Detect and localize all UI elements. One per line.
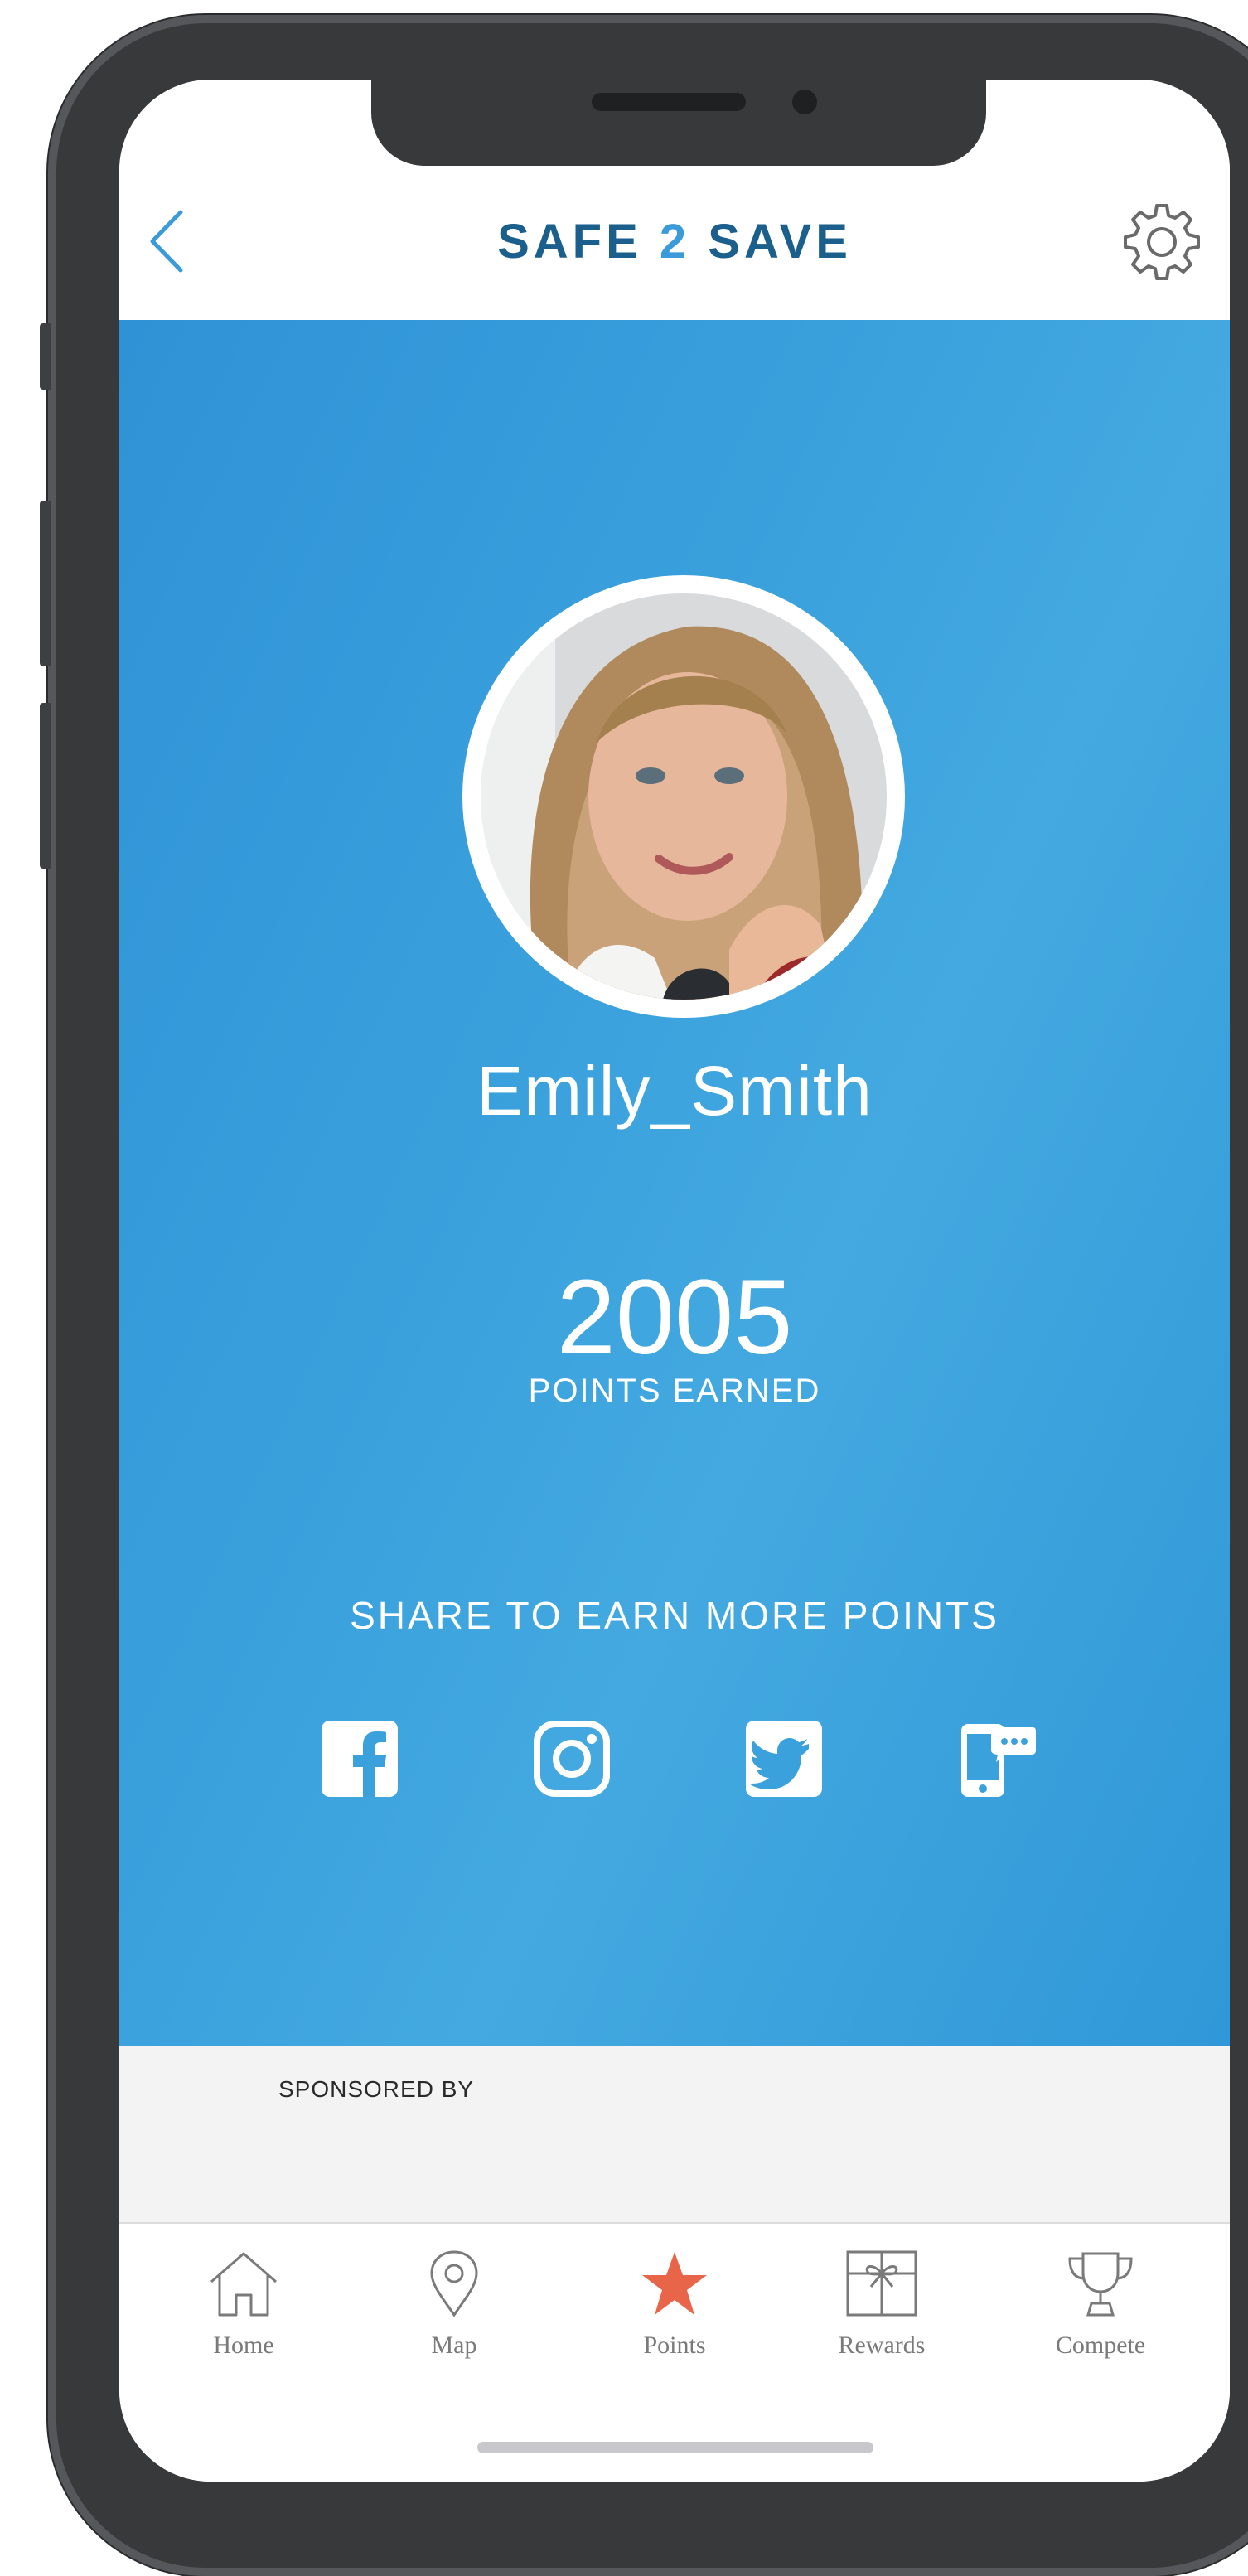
share-twitter-button[interactable] [743,1717,825,1800]
mute-switch [40,323,51,390]
gear-icon [1124,204,1200,280]
sponsor-label: SPONSORED BY [278,2076,475,2102]
tab-rewards-label: Rewards [838,2331,926,2359]
username: Emily_Smith [476,1052,873,1130]
map-pin-icon [430,2250,478,2317]
tab-home-label: Home [213,2331,274,2359]
points-value: 2005 [556,1258,793,1377]
tab-points-label: Points [643,2331,706,2359]
settings-button[interactable] [1120,201,1203,283]
app-title-part2: SAVE [690,215,852,269]
app-title-part1: SAFE [497,215,660,269]
trophy-icon [1068,2252,1133,2317]
facebook-icon [322,1721,398,1797]
sms-icon [961,1724,1036,1797]
home-indicator[interactable] [477,2442,873,2453]
instagram-icon [534,1721,610,1797]
volume-down-button [40,703,51,869]
tab-map[interactable]: Map [371,2249,537,2398]
sponsor-section: SPONSORED BY [119,2046,1230,2224]
star-icon [642,2252,707,2315]
device-notch [371,80,986,166]
share-facebook-button[interactable] [318,1717,401,1800]
app-title: SAFE 2 SAVE [119,214,1230,269]
profile-hero: Emily_Smith 2005 POINTS EARNED SHARE TO … [119,320,1230,2046]
tab-compete[interactable]: Compete [1018,2249,1183,2398]
tab-points[interactable]: Points [592,2249,757,2398]
app-screen: SAFE 2 SAVE Emily_Smith 2005 POINTS EARN… [119,80,1230,2482]
tab-compete-label: Compete [1055,2331,1146,2359]
avatar-photo [481,593,887,1000]
tab-map-label: Map [431,2331,477,2359]
home-icon [210,2252,277,2317]
gift-icon [846,2250,917,2317]
share-sms-button[interactable] [955,1717,1038,1800]
tab-rewards[interactable]: Rewards [799,2249,965,2398]
avatar[interactable] [462,575,905,1018]
speaker-grille [592,93,746,111]
front-camera [792,90,817,114]
points-label: POINTS EARNED [528,1373,821,1409]
app-title-number: 2 [659,215,691,269]
volume-up-button [40,501,51,666]
tab-home[interactable]: Home [161,2249,327,2398]
twitter-icon [746,1721,822,1797]
share-heading: SHARE TO EARN MORE POINTS [350,1594,999,1637]
share-instagram-button[interactable] [530,1717,613,1800]
